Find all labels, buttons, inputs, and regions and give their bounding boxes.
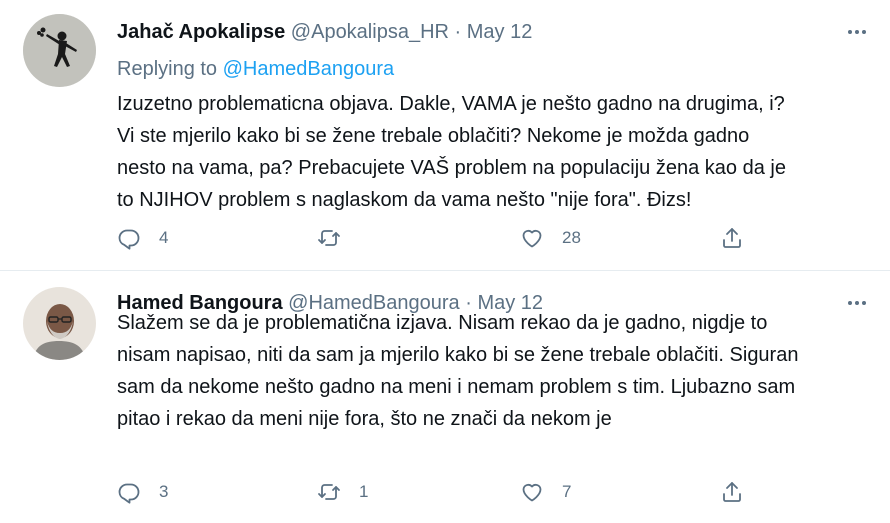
share-icon — [723, 482, 741, 502]
avatar[interactable] — [23, 14, 96, 87]
reply-count: 4 — [159, 228, 169, 247]
replying-handle-link[interactable]: @HamedBangoura — [223, 58, 395, 80]
tweet-2[interactable]: Hamed Bangoura @HamedBangoura · May 12 S… — [0, 271, 890, 523]
like-count: 28 — [562, 228, 581, 247]
reply-count: 3 — [159, 482, 169, 501]
share-button[interactable] — [720, 223, 744, 253]
replying-to: Replying to @HamedBangoura — [117, 57, 394, 81]
more-options-icon[interactable] — [844, 20, 870, 44]
tweet-header: Jahač Apokalipse @Apokalipsa_HR · May 12 — [117, 20, 532, 44]
reply-button[interactable]: 3 — [117, 477, 168, 507]
retweet-button[interactable]: 1 — [317, 477, 368, 507]
reply-icon — [118, 229, 140, 250]
share-button[interactable] — [720, 477, 744, 507]
tweet-date[interactable]: May 12 — [467, 21, 533, 43]
heart-icon — [522, 229, 542, 248]
tweet-text: Slažem se da je problematična izjava. Ni… — [117, 312, 799, 430]
display-name[interactable]: Jahač Apokalipse — [117, 21, 285, 43]
tweet-actions: 3 1 7 — [117, 477, 757, 507]
replying-prefix: Replying to — [117, 58, 218, 80]
like-button[interactable]: 7 — [520, 477, 571, 507]
heart-icon — [522, 483, 542, 502]
retweet-icon — [318, 484, 340, 500]
separator: · — [454, 21, 462, 43]
reply-button[interactable]: 4 — [117, 223, 168, 253]
tweet-actions: 4 28 — [117, 223, 757, 253]
user-handle[interactable]: @Apokalipsa_HR — [291, 21, 449, 43]
like-button[interactable]: 28 — [520, 223, 581, 253]
graffiti-flower-thrower-avatar-icon — [23, 14, 96, 87]
avatar[interactable] — [23, 287, 96, 360]
retweet-icon — [318, 230, 340, 246]
bald-man-glasses-avatar-icon — [23, 287, 96, 360]
retweet-button[interactable] — [317, 223, 359, 253]
share-icon — [723, 228, 741, 248]
reply-icon — [118, 483, 140, 504]
tweet-text: Izuzetno problematicna objava. Dakle, VA… — [117, 93, 786, 211]
tweet-1[interactable]: Jahač Apokalipse @Apokalipsa_HR · May 12… — [0, 0, 890, 270]
retweet-count: 1 — [359, 482, 369, 501]
like-count: 7 — [562, 482, 572, 501]
